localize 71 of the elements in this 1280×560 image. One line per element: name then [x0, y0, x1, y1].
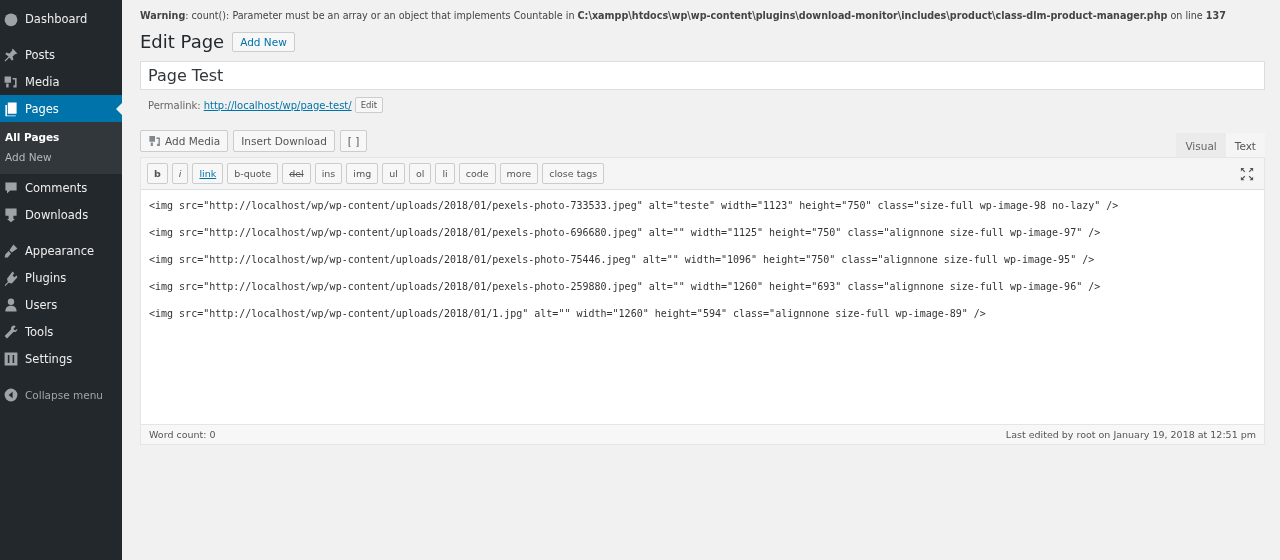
- permalink-link[interactable]: http://localhost/wp/page-test/: [203, 99, 352, 111]
- left-arrow-circle-icon: [3, 386, 19, 403]
- quicktag-button[interactable]: ol: [408, 163, 432, 184]
- code-line: <img src="http://localhost/wp/wp-content/uploads/2018/01/pexels-photo-696680.jpeg" alt="" width="1125" height="750" class="alignnone size-full wp-image-97" />: [149, 227, 1102, 238]
- code-line: <img src="http://localhost/wp/wp-content/uploads/2018/01/pexels-photo-733533.jpeg" alt="teste" width="1123" height="750" class="size-full wp-image-98 no-lazy" />: [149, 200, 1120, 211]
- speech-bubble-icon: [3, 179, 19, 196]
- quicktag-button[interactable]: li: [435, 163, 455, 184]
- menu-label: Dashboard: [25, 11, 88, 26]
- code-line: <img src="http://localhost/wp/wp-content/uploads/2018/01/pexels-photo-259880.jpeg" alt="" width="1260" height="693" class="alignnone size-full wp-image-96" />: [149, 281, 1102, 292]
- menu-label: Appearance: [25, 243, 95, 258]
- menu-label: Users: [25, 297, 58, 312]
- wrench-icon: [3, 323, 19, 340]
- menu-label: Downloads: [25, 207, 89, 222]
- menu-label: Tools: [25, 324, 54, 339]
- menu-item[interactable]: Media: [0, 68, 122, 95]
- code-line: <img src="http://localhost/wp/wp-content/uploads/2018/01/1.jpg" alt="" width="1260" height="594" class="alignnone size-full wp-image-89" />: [149, 308, 987, 319]
- menu-label: Plugins: [25, 270, 67, 285]
- quicktag-button[interactable]: i: [171, 163, 189, 184]
- menu-item[interactable]: Settings: [0, 345, 122, 372]
- pages-icon: [3, 100, 19, 117]
- editor-tab[interactable]: Visual: [1176, 133, 1226, 157]
- quicktag-button[interactable]: link: [192, 163, 224, 184]
- user-icon: [3, 296, 19, 313]
- add-new-button[interactable]: Add New: [232, 31, 295, 52]
- submenu-item[interactable]: All Pages: [0, 127, 122, 147]
- quicktag-button[interactable]: code: [458, 163, 496, 184]
- menu-label: Media: [25, 74, 60, 89]
- editor-tab[interactable]: Text: [1225, 133, 1265, 157]
- menu-item[interactable]: Dashboard: [0, 5, 122, 32]
- quicktag-button[interactable]: close tags: [542, 163, 605, 184]
- menu-item[interactable]: Pages: [0, 95, 122, 122]
- menu-label: Settings: [25, 351, 73, 366]
- quicktag-button[interactable]: ul: [382, 163, 405, 184]
- menu-label: Pages: [25, 101, 59, 116]
- shortcode-button[interactable]: [ ]: [339, 130, 368, 152]
- submenu-item[interactable]: Add New: [0, 147, 122, 167]
- insert-download-button[interactable]: Insert Download: [233, 130, 335, 152]
- menu-item[interactable]: Appearance: [0, 237, 122, 264]
- menu-item[interactable]: Plugins: [0, 264, 122, 291]
- sliders-icon: [3, 350, 19, 367]
- menu-item[interactable]: Posts: [0, 41, 122, 68]
- fullscreen-icon[interactable]: [1240, 166, 1254, 181]
- title-field[interactable]: Page Test: [140, 61, 1265, 90]
- download-icon: [3, 206, 19, 223]
- brush-icon: [3, 242, 19, 259]
- quicktag-button[interactable]: more: [499, 163, 539, 184]
- edit-permalink-button[interactable]: Edit: [354, 97, 384, 113]
- menu-label: Posts: [25, 47, 56, 62]
- code-line: <img src="http://localhost/wp/wp-content/uploads/2018/01/pexels-photo-75446.jpeg" alt="" width="1096" height="750" class="alignnone size-full wp-image-95" />: [149, 254, 1096, 265]
- media-icon: [3, 73, 19, 90]
- quicktag-button[interactable]: b-quote: [227, 163, 279, 184]
- quicktag-button[interactable]: del: [282, 163, 311, 184]
- permalink-label: Permalink:: [148, 99, 201, 111]
- add-media-button[interactable]: Add Media: [140, 130, 229, 152]
- plug-icon: [3, 269, 19, 286]
- quicktag-button[interactable]: img: [346, 163, 379, 184]
- media-icon: [148, 134, 162, 148]
- page-heading: Edit Page: [140, 31, 225, 52]
- php-warning: Warning: count(): Parameter must be an array or an object that implements Countable in C:\xampp\htdocs\wp\wp-content\plugins\download-monitor\includes\product\class-dlm-product-manager.php on line 137: [140, 10, 1227, 21]
- collapse-menu-button[interactable]: Collapse menu: [0, 381, 122, 408]
- word-count: Word count: 0: [149, 429, 216, 440]
- menu-item[interactable]: Comments: [0, 174, 122, 201]
- quicktag-button[interactable]: ins: [314, 163, 343, 184]
- quicktag-button[interactable]: b: [147, 163, 168, 184]
- last-edited: Last edited by root on January 19, 2018 at 12:51 pm: [1005, 429, 1256, 440]
- menu-label: Comments: [25, 180, 88, 195]
- pin-icon: [3, 46, 19, 63]
- menu-item[interactable]: Users: [0, 291, 122, 318]
- collapse-label: Collapse menu: [25, 388, 103, 401]
- menu-item[interactable]: Tools: [0, 318, 122, 345]
- menu-item[interactable]: Downloads: [0, 201, 122, 228]
